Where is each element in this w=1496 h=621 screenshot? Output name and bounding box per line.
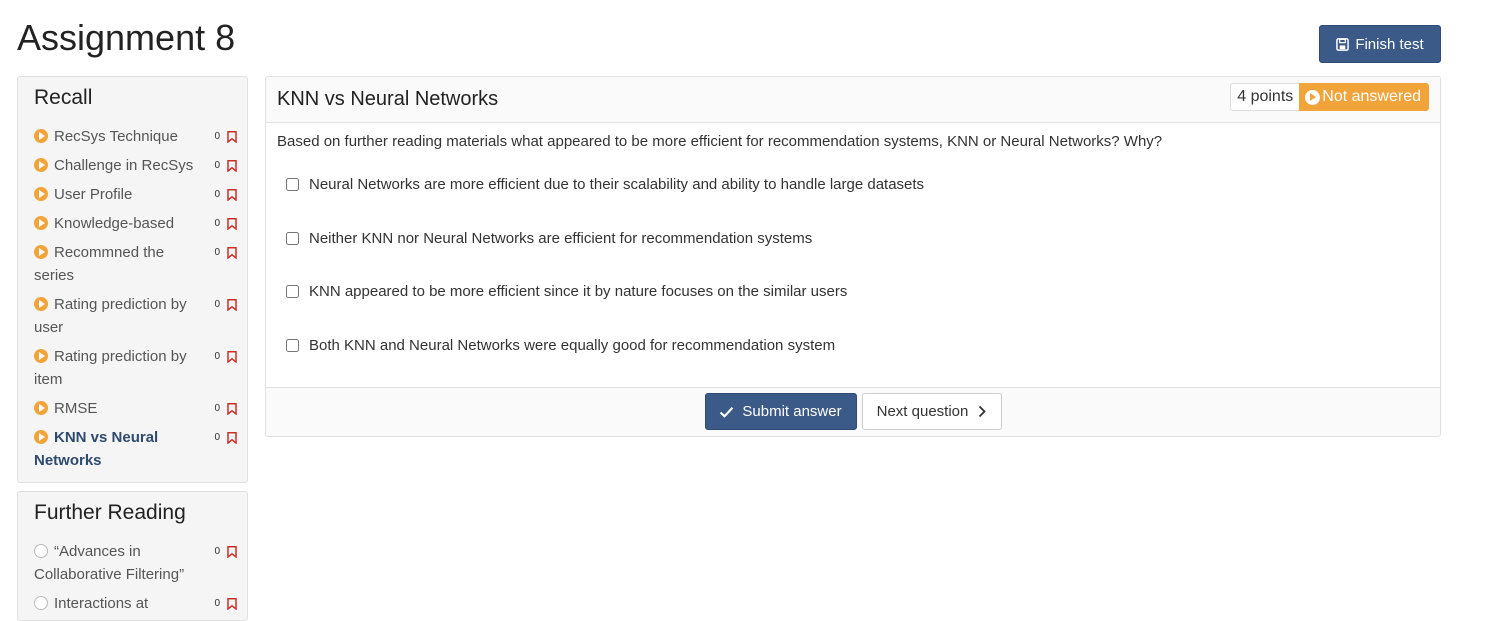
sidebar-item-count: 0 (214, 432, 220, 443)
sidebar-item-count: 0 (214, 160, 220, 171)
answer-option-label: KNN appeared to be more efficient since … (309, 283, 848, 300)
sidebar-item-meta: 0 (214, 540, 237, 563)
bookmark-icon[interactable] (227, 130, 237, 143)
sidebar-item-label: KNN vs Neural Networks (34, 429, 159, 469)
bookmark-icon[interactable] (227, 246, 237, 259)
question-footer: Submit answer Next question (266, 387, 1440, 436)
check-icon (720, 406, 734, 418)
sidebar-item-label: User Profile (54, 186, 133, 203)
sidebar-item[interactable]: Knowledge-based 0 (34, 212, 237, 235)
sidebar-item-count: 0 (214, 247, 220, 258)
sidebar-item[interactable]: “Advances in Collaborative Filtering” 0 (34, 540, 237, 586)
play-circle-icon (34, 245, 48, 259)
answer-option-4[interactable]: Both KNN and Neural Networks were equall… (286, 337, 835, 354)
question-body: Based on further reading materials what … (266, 123, 1440, 388)
sidebar-item-meta: 0 (214, 183, 237, 206)
bookmark-icon[interactable] (227, 159, 237, 172)
sidebar-item[interactable]: Rating prediction by user 0 (34, 293, 237, 339)
question-text: Based on further reading materials what … (277, 133, 1163, 150)
bookmark-icon[interactable] (227, 431, 237, 444)
answer-checkbox-1[interactable] (286, 178, 299, 191)
sidebar-item-meta: 0 (214, 212, 237, 235)
sidebar-item-meta: 0 (214, 125, 237, 148)
sidebar-item-meta: 0 (214, 293, 237, 316)
sidebar-item-meta: 0 (214, 397, 237, 420)
answer-option-label: Both KNN and Neural Networks were equall… (309, 337, 836, 354)
page-title: Assignment 8 (17, 17, 236, 58)
next-question-button[interactable]: Next question (861, 393, 1002, 430)
further-reading-panel: Further Reading “Advances in Collaborati… (17, 491, 248, 621)
sidebar-item[interactable]: Recommned the series 0 (34, 241, 237, 287)
sidebar-item-count: 0 (214, 403, 220, 414)
sidebar-item-label: “Advances in Collaborative Filtering” (34, 543, 185, 583)
sidebar-item-meta: 0 (214, 345, 237, 368)
finish-test-label: Finish test (1355, 35, 1424, 53)
play-circle-icon (34, 187, 48, 201)
sidebar-item-count: 0 (214, 131, 220, 142)
submit-answer-button[interactable]: Submit answer (704, 393, 857, 430)
sidebar-item-label: Challenge in RecSys (54, 157, 194, 174)
sidebar-item[interactable]: User Profile 0 (34, 183, 237, 206)
sidebar-item[interactable]: KNN vs Neural Networks 0 (34, 426, 237, 472)
sidebar-item-meta: 0 (214, 154, 237, 177)
empty-circle-icon (34, 596, 48, 610)
sidebar-item-count: 0 (214, 299, 220, 310)
sidebar-item-label: Rating prediction by item (34, 348, 187, 388)
play-circle-icon (34, 430, 48, 444)
next-question-label: Next question (876, 403, 969, 420)
sidebar-item-meta: 0 (214, 241, 237, 264)
sidebar-item-count: 0 (214, 351, 220, 362)
sidebar-item-meta: 0 (214, 426, 237, 449)
sidebar-item-count: 0 (214, 546, 220, 557)
play-circle-icon (34, 158, 48, 172)
sidebar-item[interactable]: RecSys Technique 0 (34, 125, 237, 148)
bookmark-icon[interactable] (227, 402, 237, 415)
empty-circle-icon (34, 544, 48, 558)
sidebar-item[interactable]: Challenge in RecSys 0 (34, 154, 237, 177)
recall-title: Recall (34, 86, 93, 109)
play-circle-icon (34, 349, 48, 363)
sidebar-item-count: 0 (214, 189, 220, 200)
submit-answer-label: Submit answer (742, 403, 842, 420)
bookmark-icon[interactable] (227, 545, 237, 558)
answer-option-label: Neither KNN nor Neural Networks are effi… (309, 230, 813, 247)
question-panel: KNN vs Neural Networks 4 points Not answ… (265, 76, 1441, 437)
sidebar-item-label: Rating prediction by user (34, 296, 187, 336)
play-circle-icon (34, 297, 48, 311)
answer-option-1[interactable]: Neural Networks are more efficient due t… (286, 176, 924, 193)
question-header: KNN vs Neural Networks 4 points Not answ… (266, 77, 1440, 123)
play-circle-icon (34, 216, 48, 230)
status-badge: Not answered (1299, 83, 1429, 111)
bookmark-icon[interactable] (227, 350, 237, 363)
question-badges: 4 points Not answered (1230, 83, 1429, 111)
save-icon (1336, 37, 1350, 51)
bookmark-icon[interactable] (227, 188, 237, 201)
sidebar-item-count: 0 (214, 218, 220, 229)
bookmark-icon[interactable] (227, 217, 237, 230)
answer-checkbox-4[interactable] (286, 339, 299, 352)
bookmark-icon[interactable] (227, 298, 237, 311)
chevron-right-icon (979, 405, 987, 418)
sidebar-item-label: Knowledge-based (54, 215, 175, 232)
points-badge: 4 points (1230, 83, 1300, 111)
finish-test-button[interactable]: Finish test (1319, 25, 1441, 63)
answer-option-label: Neural Networks are more efficient due t… (309, 176, 925, 193)
answer-checkbox-3[interactable] (286, 285, 299, 298)
sidebar-item-label: RMSE (54, 400, 98, 417)
sidebar-item[interactable]: RMSE 0 (34, 397, 237, 420)
sidebar-item[interactable]: Rating prediction by item 0 (34, 345, 237, 391)
play-circle-icon (1305, 89, 1321, 105)
question-title: KNN vs Neural Networks (277, 88, 499, 110)
sidebar-item-label: Recommned the series (34, 244, 165, 284)
answer-option-3[interactable]: KNN appeared to be more efficient since … (286, 283, 847, 300)
sidebar-item-label: RecSys Technique (54, 128, 178, 145)
further-reading-title: Further Reading (34, 501, 186, 524)
recall-panel: Recall RecSys Technique 0 Challenge in Rec… (17, 76, 248, 483)
answer-option-2[interactable]: Neither KNN nor Neural Networks are effi… (286, 230, 812, 247)
status-badge-label: Not answered (1322, 88, 1421, 105)
play-circle-icon (34, 129, 48, 143)
play-circle-icon (34, 401, 48, 415)
answer-checkbox-2[interactable] (286, 232, 299, 245)
